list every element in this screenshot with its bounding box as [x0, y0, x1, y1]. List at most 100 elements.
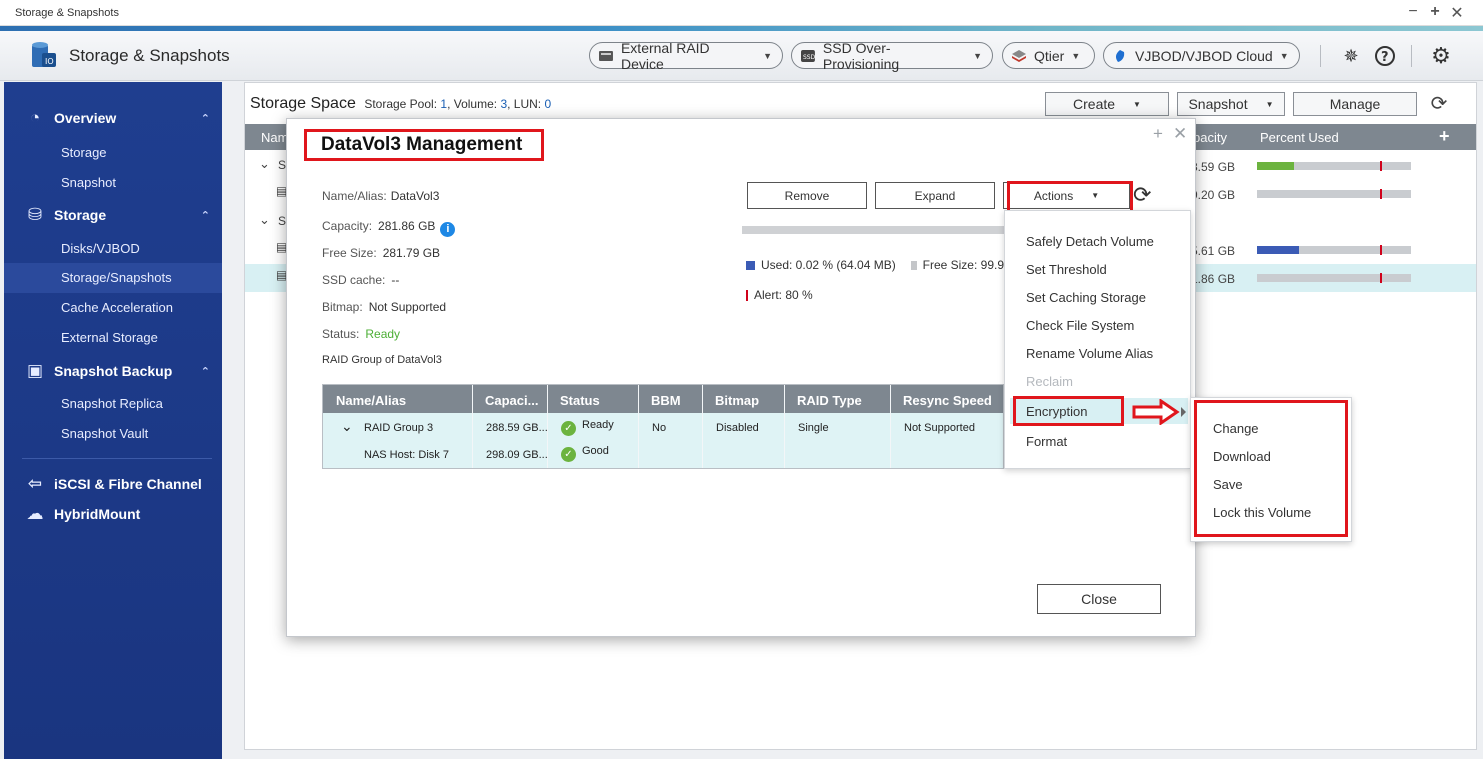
col-divider — [702, 385, 703, 468]
maximize-icon[interactable]: + — [1427, 3, 1443, 21]
menu-item-safely-detach-volume[interactable]: Safely Detach Volume — [1026, 234, 1154, 249]
volume-usage-bar — [742, 226, 1004, 234]
free-legend: Free Size: 99.9 — [911, 258, 1004, 272]
remove-button[interactable]: Remove — [747, 182, 867, 209]
col-divider — [784, 385, 785, 468]
sidebar-section-storage[interactable]: ⛁ Storage ⌃ — [4, 199, 222, 231]
vjbod-icon — [1115, 49, 1125, 62]
menu-item-set-caching-storage[interactable]: Set Caching Storage — [1026, 290, 1146, 305]
dialog-title: DataVol3 Management — [304, 129, 544, 161]
raid-group-heading: RAID Group of DataVol3 — [322, 354, 442, 366]
sidebar-section-hybridmount[interactable]: ☁ HybridMount — [4, 498, 222, 530]
disk-row-capacity: 298.09 GB... — [486, 449, 548, 461]
col-resync-speed: Resync Speed — [903, 393, 992, 408]
notification-tools-icon[interactable]: ✵ — [1339, 44, 1363, 68]
submenu-item-save[interactable]: Save — [1213, 477, 1243, 492]
raid-row-name: RAID Group 3 — [364, 422, 434, 434]
sidebar-item-storage-snapshots[interactable]: Storage/Snapshots — [4, 263, 222, 293]
used-text: Used: 0.02 % (64.04 MB) — [761, 258, 896, 272]
actions-button[interactable]: Actions ▼ — [1003, 182, 1130, 209]
add-column-icon[interactable]: + — [1439, 126, 1450, 147]
sidebar-section-label: HybridMount — [54, 506, 141, 522]
manage-button[interactable]: Manage — [1293, 92, 1417, 116]
used-legend: Used: 0.02 % (64.04 MB) — [746, 258, 896, 272]
info-icon[interactable]: i — [440, 222, 456, 237]
used-swatch — [746, 260, 755, 270]
settings-gear-icon[interactable]: ⚙ — [1429, 44, 1453, 68]
col-divider — [638, 385, 639, 468]
disk-row-name: NAS Host: Disk 7 — [364, 449, 449, 461]
col-percent-used: Percent Used — [1260, 130, 1339, 145]
menu-item-format[interactable]: Format — [1026, 434, 1067, 449]
dialog-close-button[interactable]: Close — [1037, 584, 1161, 614]
ssd-over-provisioning-dropdown[interactable]: SSD SSD Over-Provisioning ▼ — [791, 40, 993, 72]
sidebar-item-disks-vjbod[interactable]: Disks/VJBOD — [4, 234, 222, 264]
percent-used-fill — [1257, 162, 1294, 170]
sidebar-section-iscsi[interactable]: ⇦ iSCSI & Fibre Channel — [4, 468, 222, 500]
bitmap-field: Bitmap: Not Supported — [322, 300, 447, 314]
sidebar-item-storage[interactable]: Storage — [4, 138, 222, 168]
sidebar-section-snapshot-backup[interactable]: ▣ Snapshot Backup ⌃ — [4, 355, 222, 387]
sidebar-item-external-storage[interactable]: External Storage — [4, 323, 222, 353]
alert-swatch — [746, 289, 748, 301]
close-window-icon[interactable]: ✕ — [1449, 3, 1465, 23]
sidebar-section-overview[interactable]: ◔ Overview ⌃ — [4, 102, 222, 134]
qtier-dropdown[interactable]: Qtier ▼ — [1002, 42, 1095, 69]
raid-row-status: ✓ Ready — [561, 419, 614, 436]
expand-chevron-icon[interactable]: ⌄ — [259, 212, 270, 228]
alert-text: Alert: 80 % — [754, 288, 813, 302]
dialog-refresh-icon[interactable]: ⟳ — [1133, 182, 1151, 208]
sidebar-item-snapshot-replica[interactable]: Snapshot Replica — [4, 389, 222, 419]
row-name: S — [278, 214, 287, 228]
external-raid-device-dropdown[interactable]: External RAID Device ▼ — [589, 40, 783, 72]
sidebar-item-snapshot-vault[interactable]: Snapshot Vault — [4, 419, 222, 449]
caret-down-icon: ▼ — [1133, 99, 1141, 109]
row-capacity: 5.61 GB — [1191, 244, 1236, 258]
sidebar-section-label: iSCSI & Fibre Channel — [54, 476, 202, 492]
expand-button[interactable]: Expand — [875, 182, 995, 209]
caret-down-icon: ▼ — [1091, 191, 1100, 200]
svg-text:SSD: SSD — [803, 53, 816, 60]
submenu-item-change[interactable]: Change — [1213, 421, 1259, 436]
refresh-icon[interactable]: ⟳ — [1427, 92, 1451, 116]
raid-row-capacity: 288.59 GB... — [486, 422, 548, 434]
sidebar-item-cache-acceleration[interactable]: Cache Acceleration — [4, 293, 222, 323]
menu-item-check-file-system[interactable]: Check File System — [1026, 318, 1134, 333]
expand-chevron-icon[interactable]: ⌄ — [259, 156, 270, 172]
manage-button-label: Manage — [1329, 96, 1381, 112]
sidebar-item-snapshot[interactable]: Snapshot — [4, 168, 222, 198]
minimize-icon[interactable]: − — [1405, 3, 1421, 21]
iscsi-arrow-icon: ⇦ — [27, 474, 43, 493]
alert-legend: Alert: 80 % — [746, 288, 813, 302]
sidebar-section-label: Overview — [54, 110, 117, 126]
chevron-up-icon: ⌃ — [200, 365, 210, 378]
vjbod-cloud-label: VJBOD/VJBOD Cloud — [1135, 47, 1273, 64]
collapse-chevron-icon[interactable]: ⌄ — [341, 418, 353, 435]
col-name: Nam — [261, 130, 289, 145]
app-header: IO Storage & Snapshots External RAID Dev… — [0, 31, 1483, 81]
storage-summary: Storage Pool: 1, Volume: 3, LUN: 0 — [364, 97, 552, 111]
submenu-item-download[interactable]: Download — [1213, 449, 1271, 464]
percent-used-bar — [1257, 273, 1411, 283]
raid-row-resync: Not Supported — [904, 422, 975, 434]
help-icon[interactable]: ? — [1373, 44, 1397, 68]
dialog-close-icon[interactable]: ✕ — [1173, 124, 1187, 144]
submenu-item-lock-this-volume[interactable]: Lock this Volume — [1213, 505, 1311, 520]
vjbod-cloud-dropdown[interactable]: VJBOD/VJBOD Cloud ▼ — [1103, 42, 1300, 69]
dialog-maximize-icon[interactable]: + — [1153, 124, 1163, 144]
menu-item-rename-volume-alias[interactable]: Rename Volume Alias — [1026, 346, 1153, 361]
svg-text:?: ? — [1381, 50, 1389, 65]
remove-button-label: Remove — [784, 188, 830, 203]
pointer-arrow-icon — [1132, 399, 1186, 425]
alert-marker — [1380, 189, 1382, 199]
col-bbm: BBM — [651, 393, 681, 408]
qtier-icon — [1012, 49, 1026, 62]
create-button[interactable]: Create ▼ — [1045, 92, 1169, 116]
col-capacity: Capaci... — [485, 393, 539, 408]
snapshot-button[interactable]: Snapshot ▼ — [1177, 92, 1285, 116]
overview-gauge-icon: ◔ — [29, 108, 41, 127]
app-title: Storage & Snapshots — [69, 46, 230, 65]
ssd-cache-field: SSD cache: -- — [322, 273, 400, 287]
menu-item-encryption[interactable]: Encryption — [1026, 404, 1087, 419]
menu-item-set-threshold[interactable]: Set Threshold — [1026, 262, 1107, 277]
